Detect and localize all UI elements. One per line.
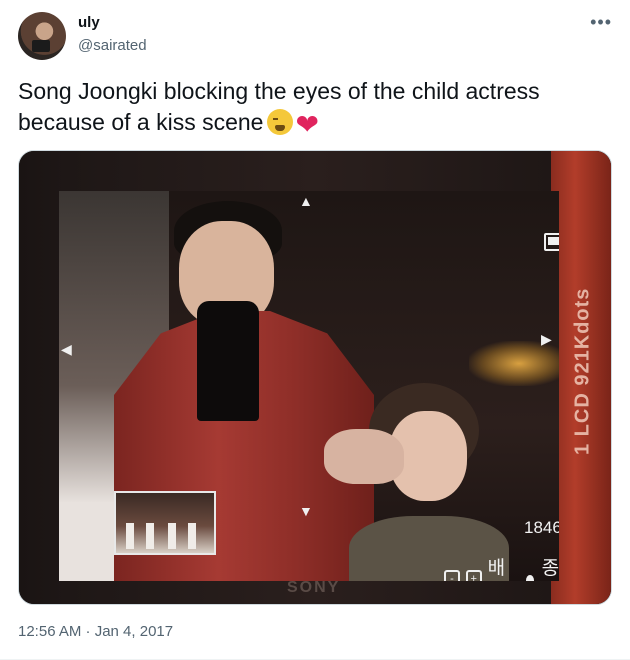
arrow-down-icon: ▼	[299, 503, 313, 519]
zoom-label: 배율	[487, 558, 506, 579]
zoom-out-icon: -	[444, 569, 460, 581]
camera-menu: - + 배율 종료	[444, 553, 559, 581]
avatar-camera	[32, 40, 50, 52]
tweet-media-photo[interactable]: 1 LCD 921Kdots ▲ ◀ ▶ ▼ 1846/2574 -	[18, 150, 612, 605]
image-counter: 1846/2574	[524, 518, 559, 537]
tweet: uly @sairated ••• Song Joongki blocking …	[0, 0, 630, 660]
tweet-timestamp[interactable]: 12:56 AM · Jan 4, 2017	[18, 623, 173, 640]
exit-label: 종료	[541, 558, 559, 579]
thumbnail-preview	[114, 491, 216, 555]
red-heart-emoji-icon: ❤	[295, 109, 319, 140]
camera-body: 1 LCD 921Kdots	[551, 151, 611, 604]
arrow-right-icon: ▶	[541, 331, 552, 347]
camera-screen: ▲ ◀ ▶ ▼ 1846/2574 - + 배율 종료	[59, 191, 559, 581]
battery-icon	[544, 233, 559, 251]
brand-mark: SONY	[287, 579, 341, 596]
author-handle[interactable]: @sairated	[78, 37, 147, 54]
camera-lcd-label: 1 LCD 921Kdots	[571, 287, 594, 455]
man-turtleneck	[197, 301, 259, 421]
more-horizontal-icon[interactable]: •••	[590, 12, 612, 33]
arrow-left-icon: ◀	[61, 341, 72, 357]
covering-hand	[324, 429, 404, 484]
exit-dot-icon	[525, 574, 534, 581]
author-name[interactable]: uly	[78, 14, 100, 31]
weary-face-emoji-icon	[267, 109, 294, 135]
arrow-up-icon: ▲	[299, 193, 313, 209]
zoom-in-icon: +	[465, 569, 482, 581]
avatar[interactable]	[18, 12, 66, 60]
tweet-text: Song Joongki blocking the eyes of the ch…	[18, 76, 613, 140]
